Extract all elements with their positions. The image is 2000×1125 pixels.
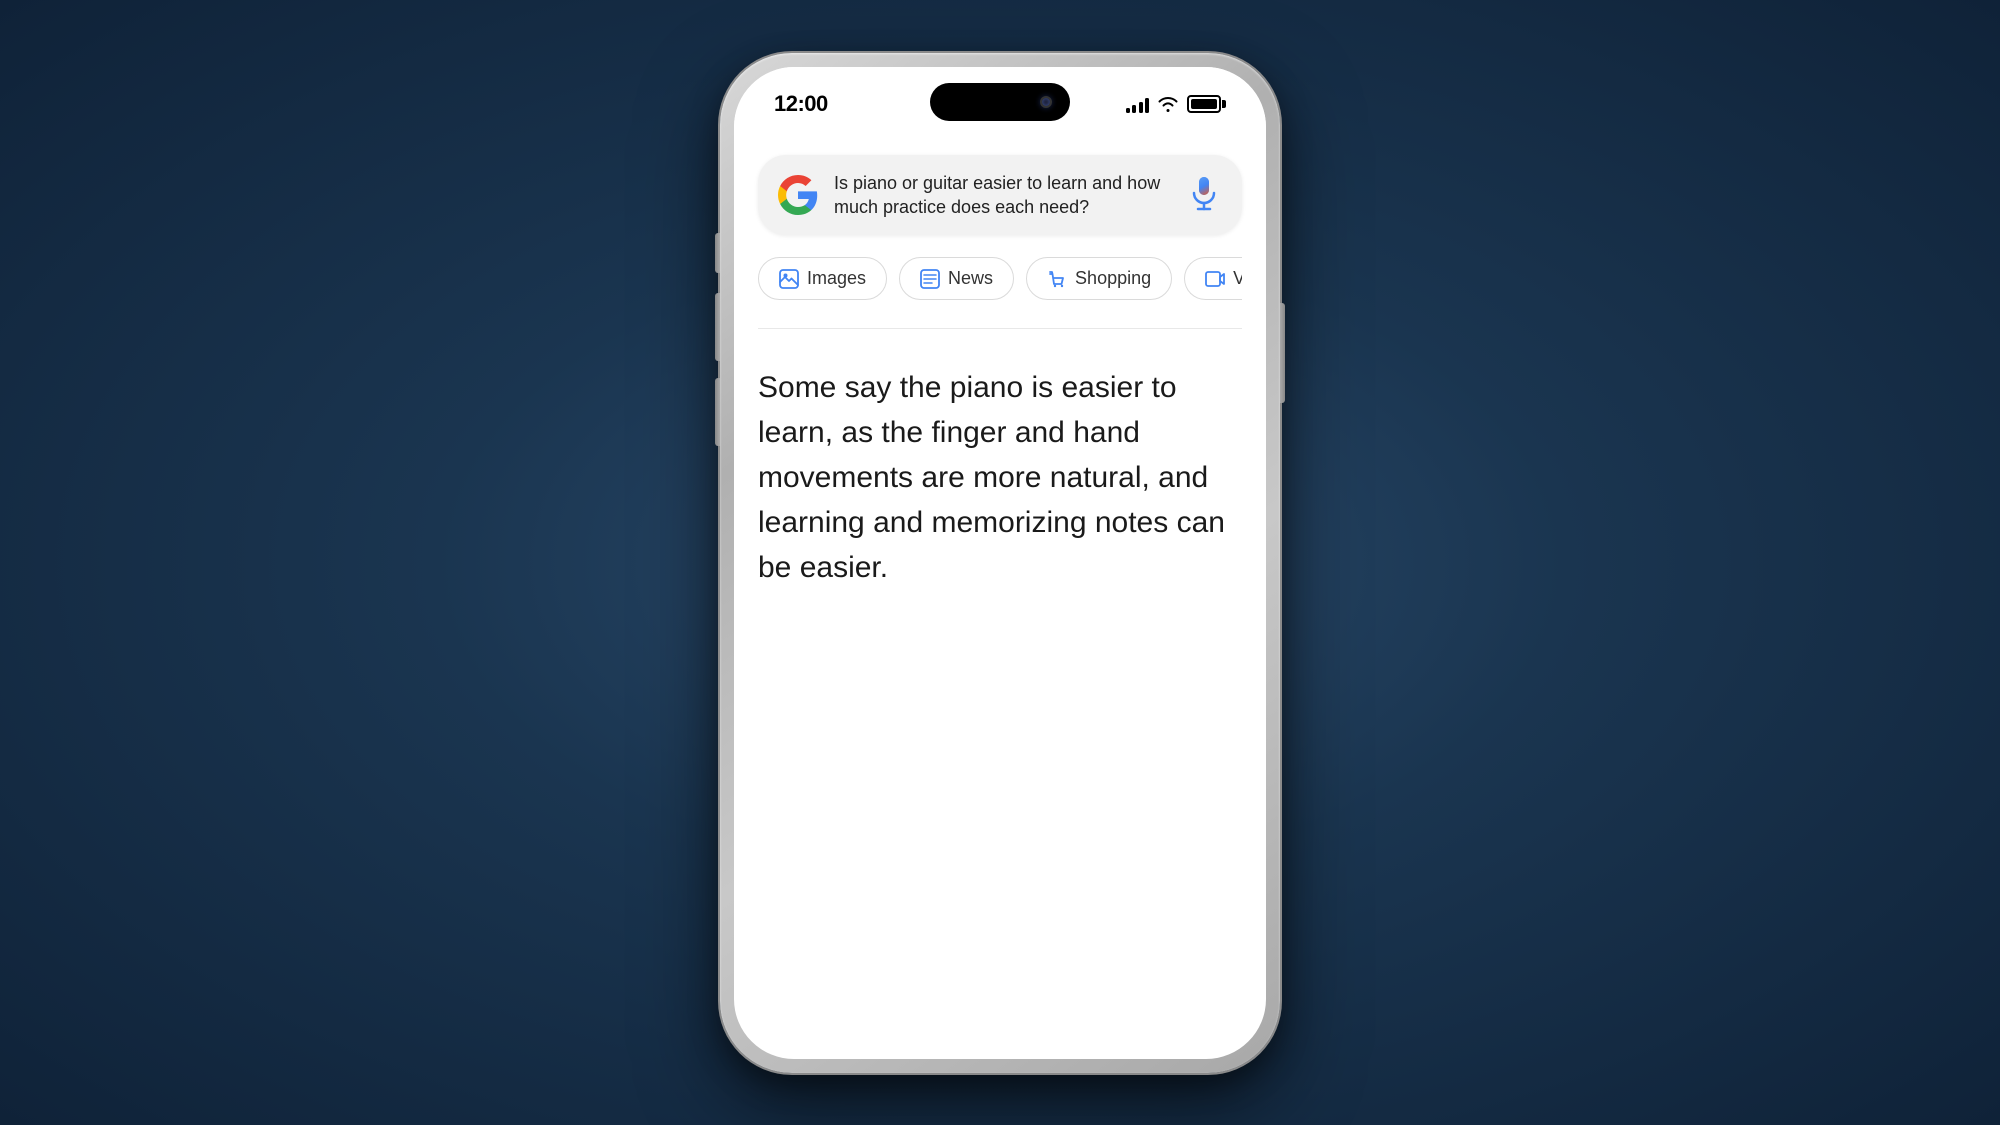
news-icon [920, 269, 940, 289]
status-time: 12:00 [774, 91, 828, 117]
chip-videos[interactable]: Vide... [1184, 257, 1242, 300]
chip-news-label: News [948, 268, 993, 289]
status-bar: 12:00 [734, 67, 1266, 125]
chip-images[interactable]: Images [758, 257, 887, 300]
power-button [1280, 303, 1285, 403]
phone-screen: 12:00 [734, 67, 1266, 1059]
video-icon [1205, 269, 1225, 289]
search-result-text: Some say the piano is easier to learn, a… [758, 365, 1242, 590]
search-query-text: Is piano or guitar easier to learn and h… [834, 171, 1170, 220]
content-divider [758, 328, 1242, 329]
image-icon [779, 269, 799, 289]
volume-up-button [715, 293, 720, 361]
wifi-icon [1157, 96, 1179, 112]
chip-images-label: Images [807, 268, 866, 289]
battery-icon [1187, 95, 1226, 113]
search-bar[interactable]: Is piano or guitar easier to learn and h… [758, 155, 1242, 236]
phone-mockup: 12:00 [720, 53, 1280, 1073]
mic-icon[interactable] [1186, 173, 1222, 217]
chip-news[interactable]: News [899, 257, 1014, 300]
dynamic-island [930, 83, 1070, 121]
shopping-icon [1047, 269, 1067, 289]
chip-shopping[interactable]: Shopping [1026, 257, 1172, 300]
filter-chips-row: Images News [758, 257, 1242, 306]
screen-content: Is piano or guitar easier to learn and h… [734, 125, 1266, 591]
signal-icon [1126, 95, 1150, 113]
camera-dot [1040, 96, 1052, 108]
google-logo [778, 175, 818, 215]
volume-down-button [715, 378, 720, 446]
mute-button [715, 233, 720, 273]
status-icons [1126, 95, 1227, 113]
chip-shopping-label: Shopping [1075, 268, 1151, 289]
chip-videos-label: Vide... [1233, 268, 1242, 289]
